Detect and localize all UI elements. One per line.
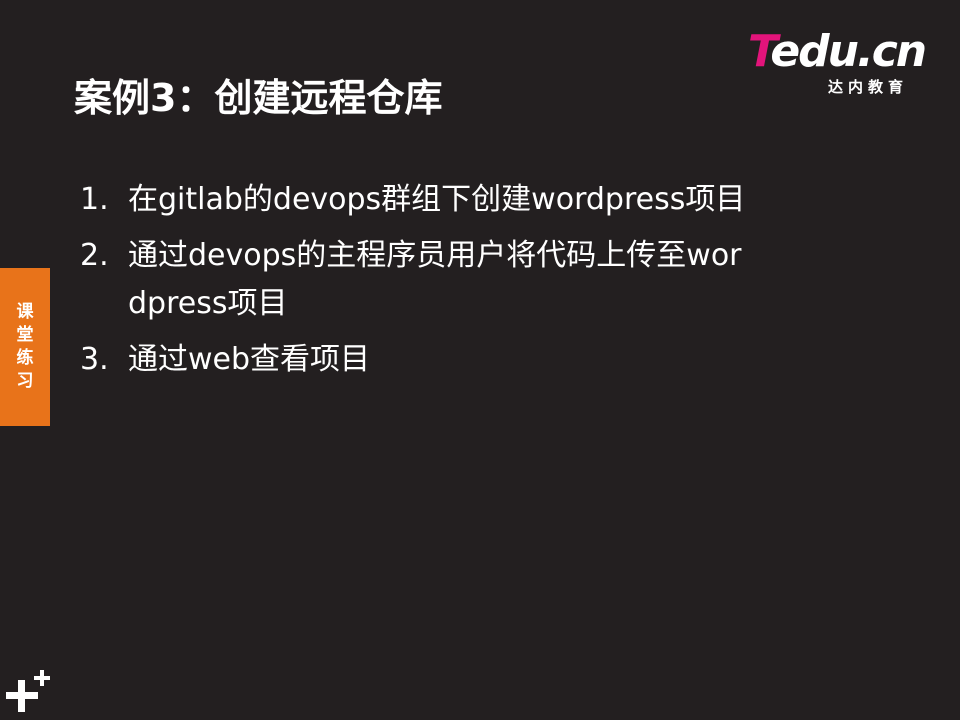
- list-item-text: 通过web查看项目: [128, 342, 371, 377]
- logo-letter-t: T: [748, 26, 772, 77]
- list-item: 1. 在gitlab的devops群组下创建wordpress项目: [80, 176, 760, 224]
- side-tab: 课堂练习: [0, 268, 50, 426]
- list-item-number: 2.: [80, 238, 109, 273]
- logo-subtitle: 达内教育: [828, 78, 909, 96]
- list-item-number: 1.: [80, 182, 109, 217]
- list-item: 3. 通过web查看项目: [80, 336, 760, 384]
- logo-letters-rest: edu.cn: [770, 26, 927, 77]
- list-item: 2. 通过devops的主程序员用户将代码上传至wordpress项目: [80, 232, 760, 328]
- slide-title: 案例3：创建远程仓库: [74, 76, 443, 120]
- list-item-text: 在gitlab的devops群组下创建wordpress项目: [128, 182, 746, 217]
- task-list: 1. 在gitlab的devops群组下创建wordpress项目 2. 通过d…: [80, 176, 760, 392]
- tedu-logo: Tedu.cn 达内教育: [748, 28, 938, 100]
- slide: Tedu.cn 达内教育 案例3：创建远程仓库 1. 在gitlab的devop…: [0, 0, 960, 720]
- side-tab-label: 课堂练习: [16, 302, 34, 391]
- list-item-number: 3.: [80, 342, 109, 377]
- plus-icon: [34, 670, 50, 686]
- list-item-text: 通过devops的主程序员用户将代码上传至wordpress项目: [128, 238, 742, 321]
- logo-wordmark: Tedu.cn: [748, 26, 927, 77]
